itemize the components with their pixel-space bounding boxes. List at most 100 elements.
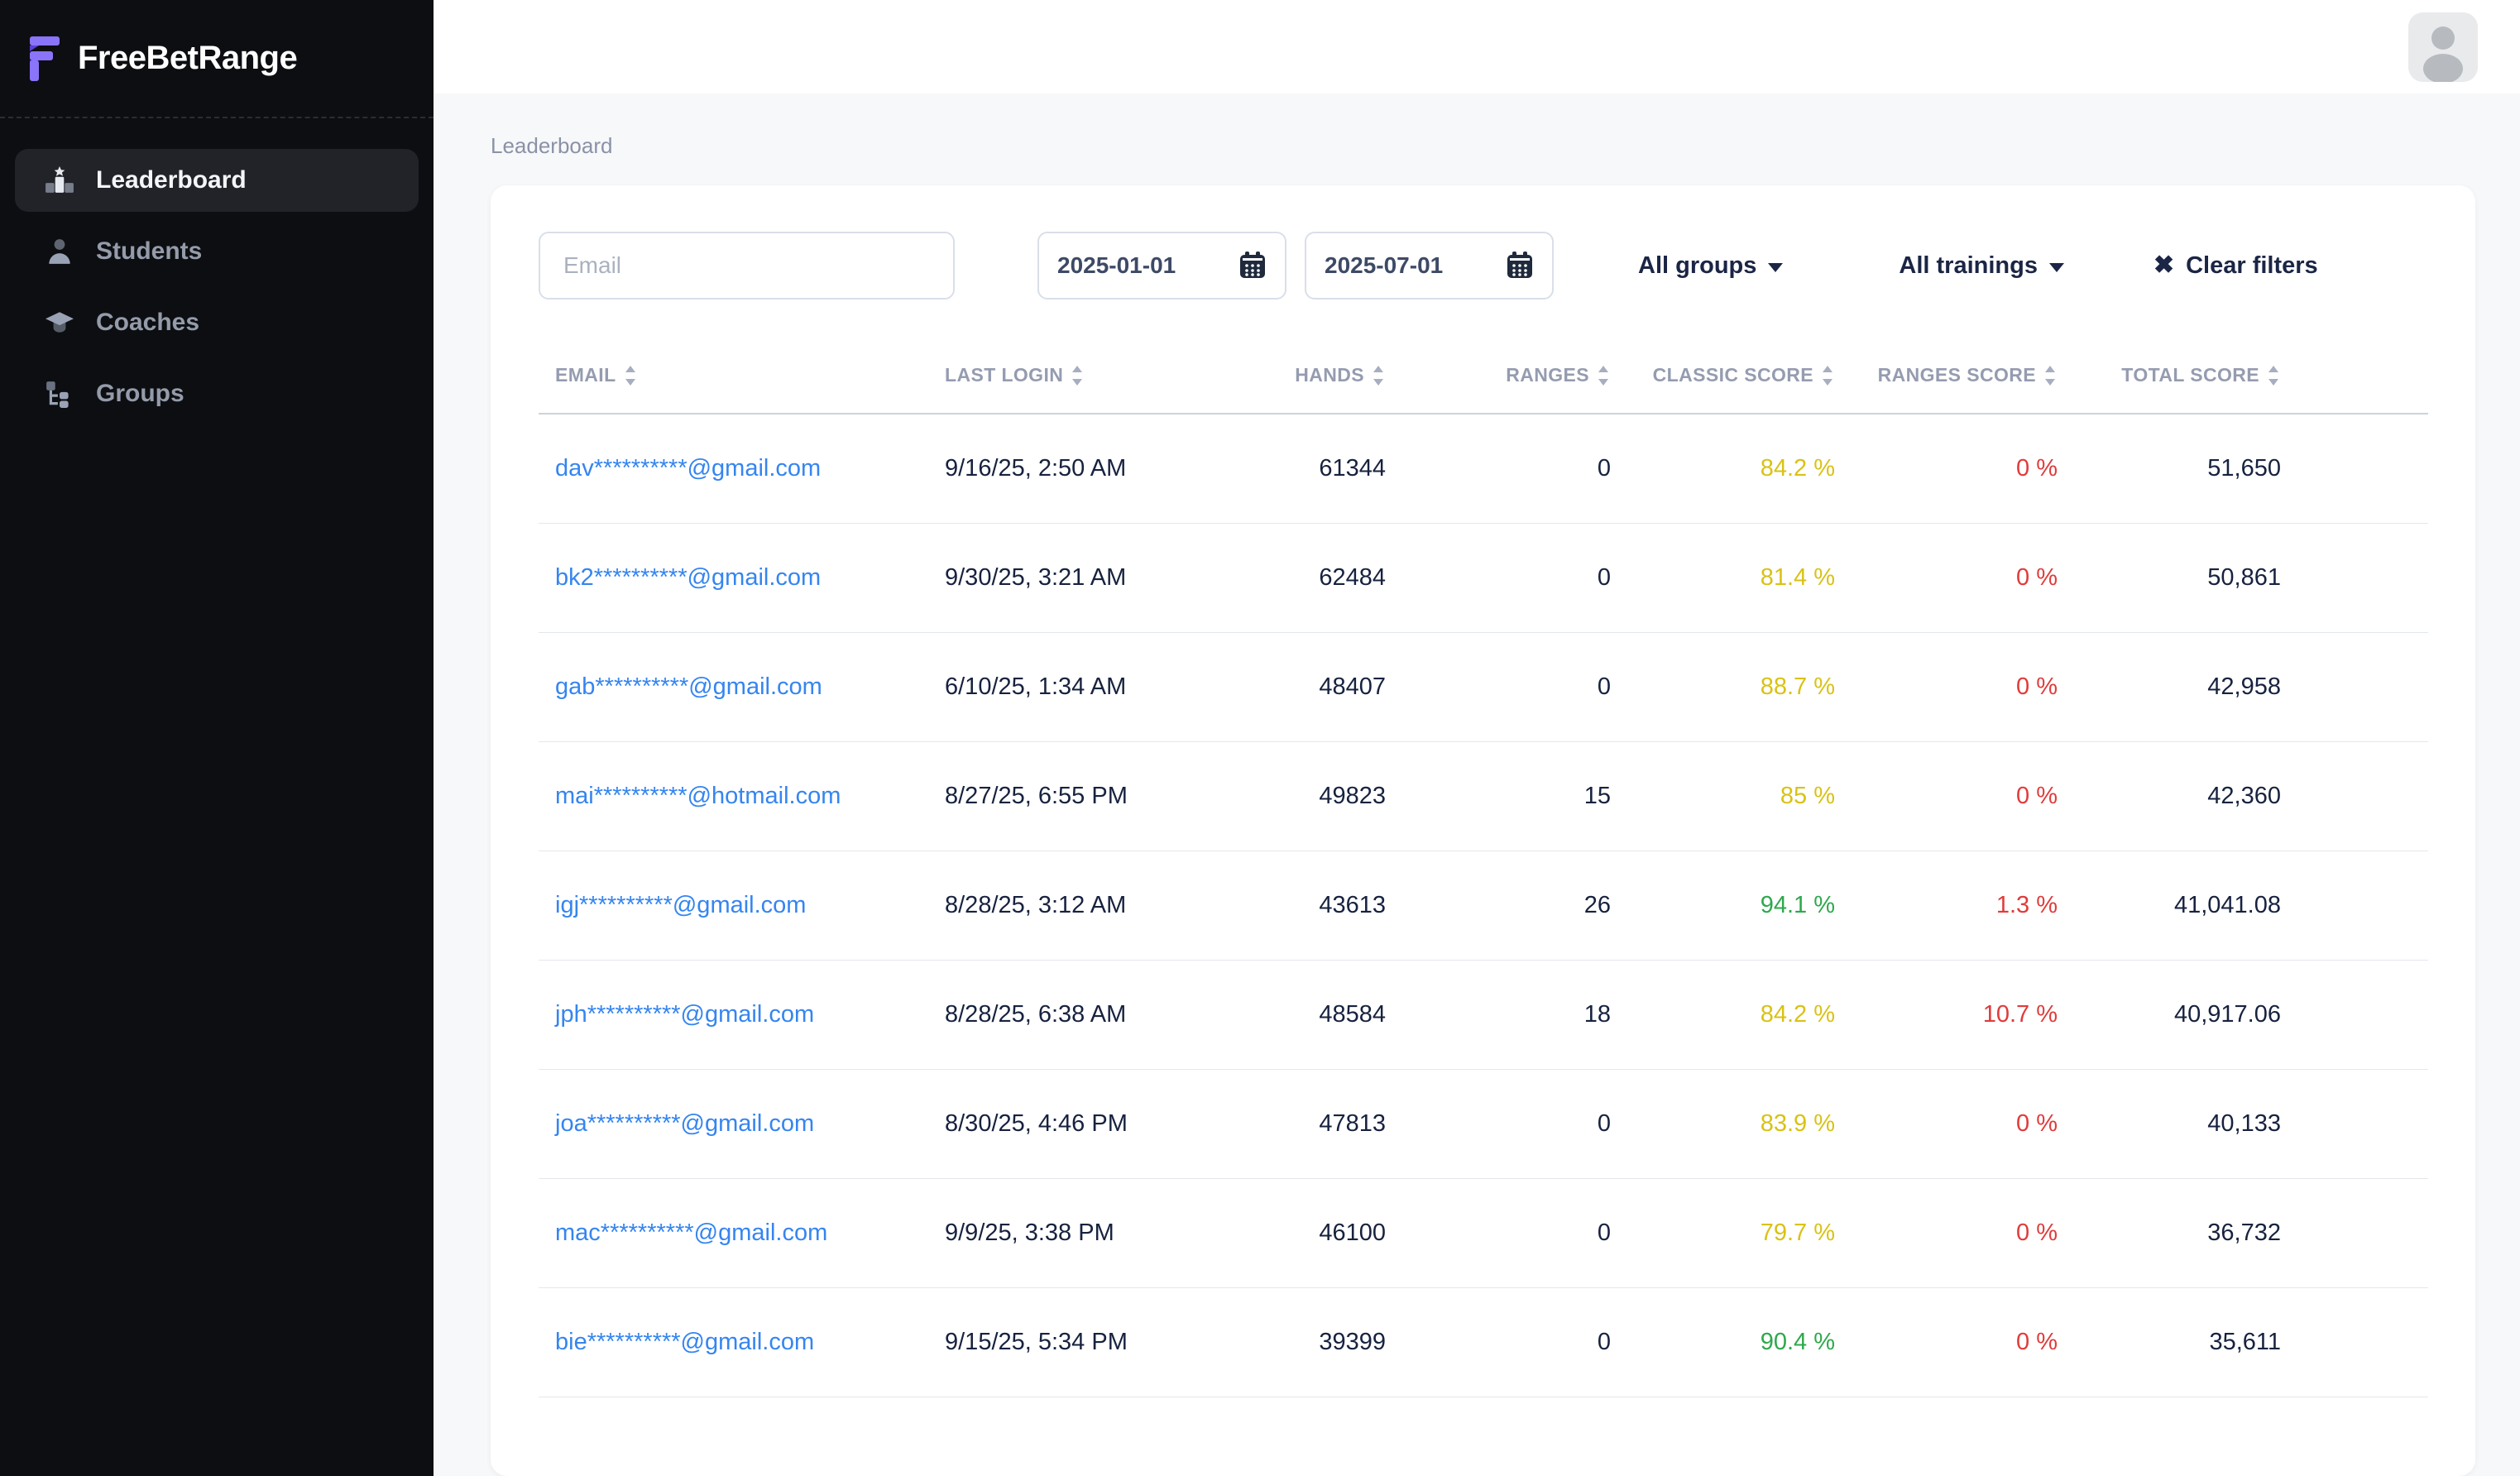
- groups-filter-dropdown[interactable]: All groups: [1638, 252, 1783, 280]
- table-row: mac**********@gmail.com9/9/25, 3:38 PM46…: [539, 1178, 2428, 1287]
- date-to-field[interactable]: 2025-07-01: [1305, 232, 1554, 300]
- row-email-link[interactable]: bk2**********@gmail.com: [539, 523, 928, 632]
- row-email-link[interactable]: gab**********@gmail.com: [539, 632, 928, 741]
- date-to-value: 2025-07-01: [1325, 252, 1443, 279]
- row-total-score: 50,861: [2074, 523, 2297, 632]
- email-filter-input[interactable]: [539, 232, 955, 300]
- row-hands: 48407: [1259, 632, 1402, 741]
- table-row: bk2**********@gmail.com9/30/25, 3:21 AM6…: [539, 523, 2428, 632]
- sidebar: FreeBetRange Leaderboard Students: [0, 0, 434, 1476]
- sort-icon: [2266, 365, 2281, 386]
- row-hands: 62484: [1259, 523, 1402, 632]
- column-header-ranges_score[interactable]: RANGES SCORE: [1852, 300, 2074, 414]
- sort-icon: [623, 365, 638, 386]
- chevron-down-icon: [2049, 263, 2064, 272]
- groups-filter-label: All groups: [1638, 252, 1756, 280]
- spacer-column: [2297, 300, 2428, 414]
- row-email-link[interactable]: dav**********@gmail.com: [539, 414, 928, 523]
- date-from-field[interactable]: 2025-01-01: [1037, 232, 1286, 300]
- spacer-cell: [2297, 1178, 2428, 1287]
- sort-icon: [1596, 365, 1611, 386]
- row-email-link[interactable]: bie**********@gmail.com: [539, 1287, 928, 1397]
- row-email-link[interactable]: mai**********@hotmail.com: [539, 741, 928, 851]
- column-header-classic[interactable]: CLASSIC SCORE: [1627, 300, 1852, 414]
- column-label: RANGES SCORE: [1878, 364, 2036, 386]
- row-ranges-score: 0 %: [1852, 632, 2074, 741]
- page-content: Leaderboard 2025-01-01: [434, 93, 2520, 1476]
- sidebar-nav: Leaderboard Students Coaches: [0, 118, 434, 464]
- sidebar-item-coaches[interactable]: Coaches: [15, 291, 419, 354]
- row-ranges-score: 0 %: [1852, 523, 2074, 632]
- table-row: igj**********@gmail.com8/28/25, 3:12 AM4…: [539, 851, 2428, 960]
- spacer-cell: [2297, 960, 2428, 1069]
- row-email-link[interactable]: jph**********@gmail.com: [539, 960, 928, 1069]
- spacer-cell: [2297, 741, 2428, 851]
- app-logo[interactable]: FreeBetRange: [0, 0, 434, 118]
- row-hands: 43613: [1259, 851, 1402, 960]
- row-total-score: 51,650: [2074, 414, 2297, 523]
- sidebar-item-label: Groups: [96, 380, 184, 408]
- row-email-link[interactable]: joa**********@gmail.com: [539, 1069, 928, 1178]
- sort-icon: [2043, 365, 2058, 386]
- top-bar: [434, 0, 2520, 93]
- sidebar-item-students[interactable]: Students: [15, 220, 419, 283]
- tree-icon: [45, 379, 74, 409]
- row-classic-score: 84.2 %: [1627, 414, 1852, 523]
- column-label: CLASSIC SCORE: [1653, 364, 1813, 386]
- row-ranges: 0: [1402, 523, 1627, 632]
- row-ranges-score: 1.3 %: [1852, 851, 2074, 960]
- row-hands: 47813: [1259, 1069, 1402, 1178]
- clear-filters-button[interactable]: ✖ Clear filters: [2153, 252, 2318, 280]
- leaderboard-card: 2025-01-01 2025-07-01: [491, 185, 2475, 1476]
- avatar-person-icon: [2408, 12, 2478, 82]
- spacer-cell: [2297, 851, 2428, 960]
- column-header-hands[interactable]: HANDS: [1259, 300, 1402, 414]
- sidebar-item-groups[interactable]: Groups: [15, 362, 419, 425]
- row-total-score: 40,917.06: [2074, 960, 2297, 1069]
- column-label: TOTAL SCORE: [2121, 364, 2259, 386]
- graduation-cap-icon: [45, 308, 74, 338]
- row-hands: 49823: [1259, 741, 1402, 851]
- row-last-login: 9/15/25, 5:34 PM: [928, 1287, 1259, 1397]
- user-avatar[interactable]: [2408, 12, 2478, 82]
- row-last-login: 8/28/25, 3:12 AM: [928, 851, 1259, 960]
- row-last-login: 9/16/25, 2:50 AM: [928, 414, 1259, 523]
- chevron-down-icon: [1768, 263, 1783, 272]
- table-row: mai**********@hotmail.com8/27/25, 6:55 P…: [539, 741, 2428, 851]
- row-hands: 61344: [1259, 414, 1402, 523]
- breadcrumb: Leaderboard: [491, 93, 2475, 159]
- column-header-last_login[interactable]: LAST LOGIN: [928, 300, 1259, 414]
- column-label: HANDS: [1295, 364, 1364, 386]
- row-ranges: 0: [1402, 1178, 1627, 1287]
- row-ranges-score: 0 %: [1852, 414, 2074, 523]
- column-header-email[interactable]: EMAIL: [539, 300, 928, 414]
- row-ranges: 0: [1402, 1069, 1627, 1178]
- calendar-icon: [1506, 252, 1534, 280]
- trainings-filter-label: All trainings: [1899, 252, 2038, 280]
- row-email-link[interactable]: mac**********@gmail.com: [539, 1178, 928, 1287]
- row-classic-score: 90.4 %: [1627, 1287, 1852, 1397]
- main-area: Leaderboard 2025-01-01: [434, 0, 2520, 1476]
- table-row: joa**********@gmail.com8/30/25, 4:46 PM4…: [539, 1069, 2428, 1178]
- filters-bar: 2025-01-01 2025-07-01: [539, 232, 2431, 300]
- sidebar-item-leaderboard[interactable]: Leaderboard: [15, 149, 419, 212]
- row-total-score: 40,133: [2074, 1069, 2297, 1178]
- brand-f-icon: [26, 36, 60, 81]
- column-header-total[interactable]: TOTAL SCORE: [2074, 300, 2297, 414]
- table-row: dav**********@gmail.com9/16/25, 2:50 AM6…: [539, 414, 2428, 523]
- row-ranges-score: 0 %: [1852, 741, 2074, 851]
- row-email-link[interactable]: igj**********@gmail.com: [539, 851, 928, 960]
- row-last-login: 8/27/25, 6:55 PM: [928, 741, 1259, 851]
- row-total-score: 41,041.08: [2074, 851, 2297, 960]
- row-last-login: 9/30/25, 3:21 AM: [928, 523, 1259, 632]
- row-ranges: 0: [1402, 1287, 1627, 1397]
- sidebar-item-label: Students: [96, 237, 202, 266]
- row-classic-score: 79.7 %: [1627, 1178, 1852, 1287]
- trainings-filter-dropdown[interactable]: All trainings: [1899, 252, 2064, 280]
- leaderboard-table: EMAILLAST LOGIN HANDS RANGES CLASSIC SCORE R…: [539, 300, 2428, 1397]
- row-ranges-score: 0 %: [1852, 1287, 2074, 1397]
- spacer-cell: [2297, 1069, 2428, 1178]
- row-ranges-score: 0 %: [1852, 1069, 2074, 1178]
- row-classic-score: 83.9 %: [1627, 1069, 1852, 1178]
- column-header-ranges[interactable]: RANGES: [1402, 300, 1627, 414]
